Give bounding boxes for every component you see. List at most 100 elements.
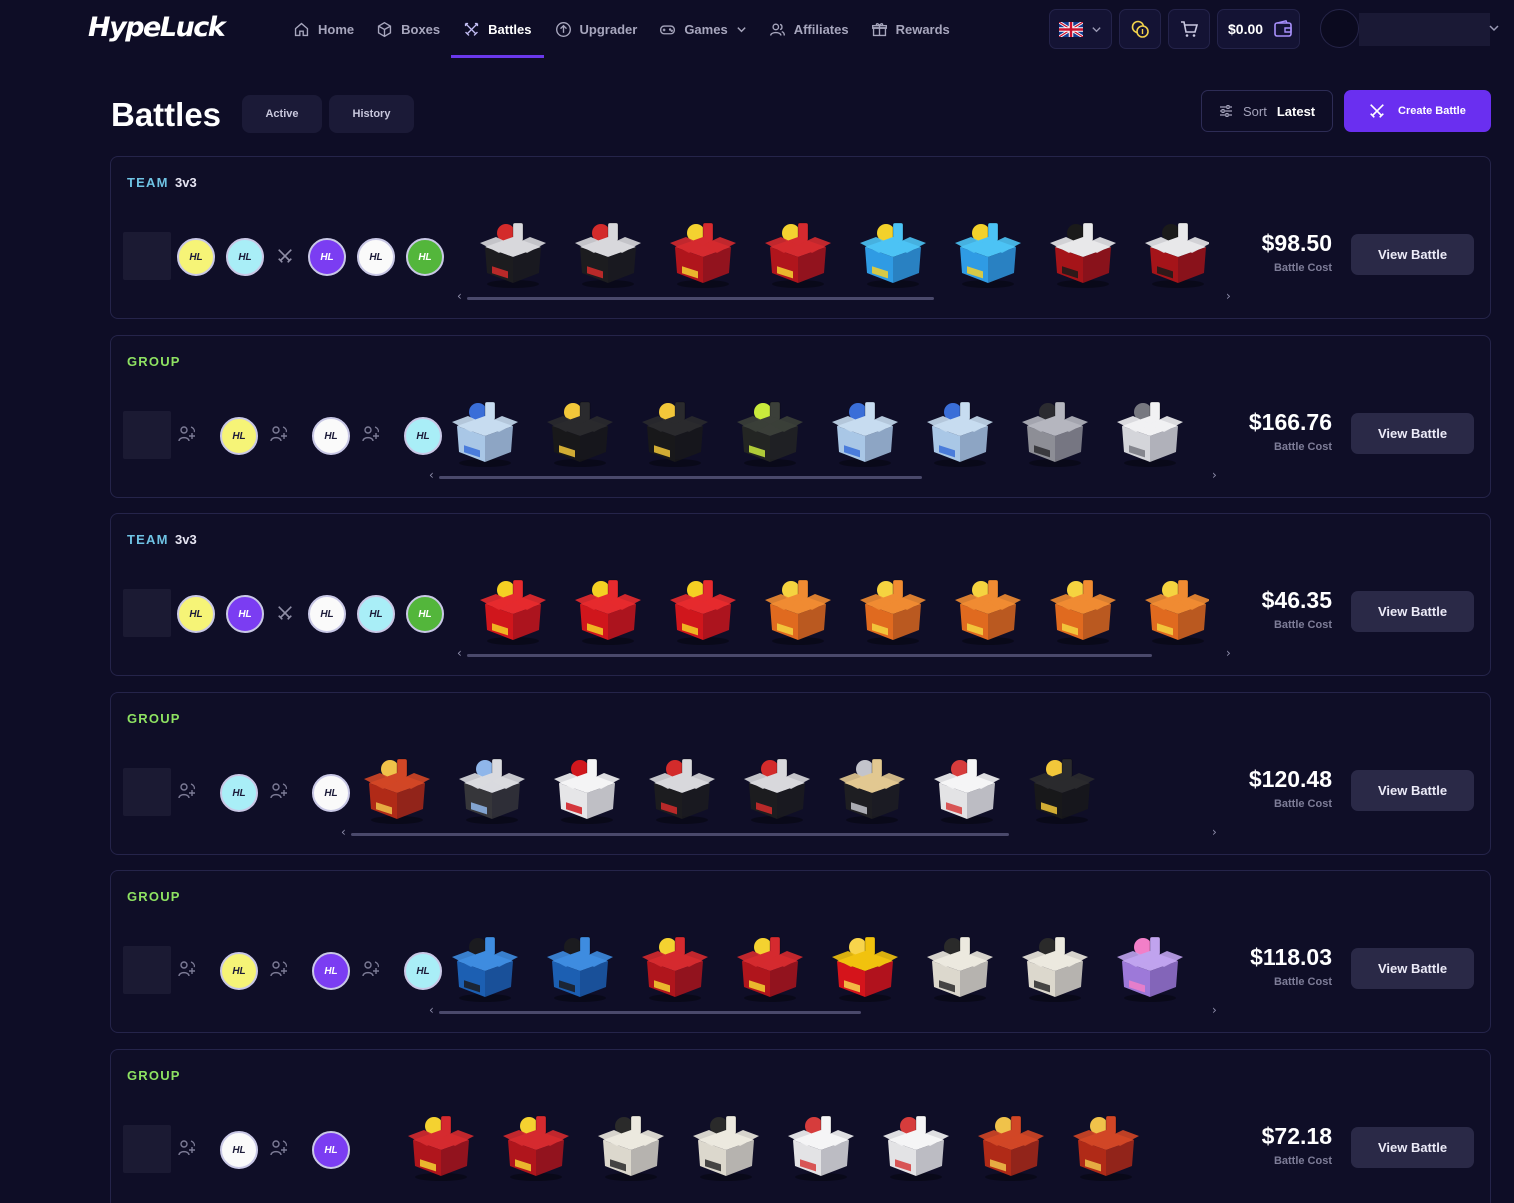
case-box-image[interactable] xyxy=(919,749,1014,829)
case-box-image[interactable] xyxy=(1109,749,1119,829)
sort-dropdown[interactable]: Sort Latest xyxy=(1201,90,1333,132)
case-box-image[interactable] xyxy=(560,570,655,650)
case-box-image[interactable] xyxy=(773,1106,868,1186)
scrollbar[interactable] xyxy=(467,654,1220,657)
user-menu[interactable] xyxy=(1359,13,1490,46)
case-box-image[interactable] xyxy=(488,1106,583,1186)
language-selector[interactable] xyxy=(1049,9,1112,49)
case-box-image[interactable] xyxy=(583,1106,678,1186)
player-avatar[interactable]: HL xyxy=(312,774,350,812)
case-box-image[interactable] xyxy=(532,927,627,1007)
case-box-image[interactable] xyxy=(349,749,444,829)
empty-seat-icon[interactable] xyxy=(177,959,201,983)
player-avatar[interactable]: HL xyxy=(308,238,346,276)
case-box-image[interactable] xyxy=(824,749,919,829)
nav-upgrader[interactable]: Upgrader xyxy=(544,0,649,58)
wallet-balance-button[interactable]: $0.00 xyxy=(1217,9,1300,49)
scrollbar[interactable] xyxy=(351,833,1206,836)
case-box-image[interactable] xyxy=(940,570,1035,650)
case-box-image[interactable] xyxy=(845,213,940,293)
scrollbar-thumb[interactable] xyxy=(439,1011,861,1014)
case-box-image[interactable] xyxy=(729,749,824,829)
case-box-image[interactable] xyxy=(722,392,817,472)
case-box-image[interactable] xyxy=(1035,570,1130,650)
player-avatar[interactable]: HL xyxy=(312,1131,350,1169)
view-battle-button[interactable]: View Battle xyxy=(1351,948,1474,989)
coins-button[interactable] xyxy=(1119,9,1161,49)
player-avatar[interactable]: HL xyxy=(406,238,444,276)
scroll-right-arrow[interactable]: › xyxy=(1212,468,1217,482)
create-battle-button[interactable]: Create Battle xyxy=(1344,90,1491,132)
hypeluck-logo[interactable]: HypeLuck xyxy=(88,12,226,43)
scroll-left-arrow[interactable]: ‹ xyxy=(429,1003,434,1017)
scrollbar[interactable] xyxy=(467,297,1220,300)
case-box-image[interactable] xyxy=(634,749,729,829)
case-box-image[interactable] xyxy=(750,213,845,293)
case-box-image[interactable] xyxy=(963,1106,1058,1186)
case-box-image[interactable] xyxy=(393,1106,488,1186)
case-box-image[interactable] xyxy=(1014,749,1109,829)
case-box-image[interactable] xyxy=(817,927,912,1007)
scrollbar-thumb[interactable] xyxy=(351,833,1009,836)
case-box-image[interactable] xyxy=(817,392,912,472)
scroll-left-arrow[interactable]: ‹ xyxy=(429,468,434,482)
case-box-image[interactable] xyxy=(868,1106,963,1186)
empty-seat-icon[interactable] xyxy=(361,424,385,448)
case-box-image[interactable] xyxy=(444,749,539,829)
player-avatar[interactable]: HL xyxy=(177,238,215,276)
empty-seat-icon[interactable] xyxy=(269,424,293,448)
scroll-left-arrow[interactable]: ‹ xyxy=(457,646,462,660)
player-avatar[interactable]: HL xyxy=(308,595,346,633)
case-box-image[interactable] xyxy=(627,927,722,1007)
empty-seat-icon[interactable] xyxy=(269,1138,293,1162)
scrollbar-thumb[interactable] xyxy=(467,654,1152,657)
player-avatar[interactable]: HL xyxy=(177,595,215,633)
case-box-image[interactable] xyxy=(1007,392,1102,472)
case-box-image[interactable] xyxy=(1153,1106,1163,1186)
view-battle-button[interactable]: View Battle xyxy=(1351,1127,1474,1168)
case-box-image[interactable] xyxy=(1102,927,1197,1007)
case-box-image[interactable] xyxy=(912,927,1007,1007)
view-battle-button[interactable]: View Battle xyxy=(1351,591,1474,632)
case-box-image[interactable] xyxy=(465,570,560,650)
empty-seat-icon[interactable] xyxy=(177,781,201,805)
player-avatar[interactable]: HL xyxy=(357,595,395,633)
case-box-image[interactable] xyxy=(1130,570,1209,650)
nav-battles[interactable]: Battles xyxy=(451,0,544,58)
scroll-right-arrow[interactable]: › xyxy=(1212,1003,1217,1017)
scrollbar[interactable] xyxy=(439,476,1206,479)
empty-seat-icon[interactable] xyxy=(361,959,385,983)
view-battle-button[interactable]: View Battle xyxy=(1351,234,1474,275)
tab-active[interactable]: Active xyxy=(242,95,322,133)
case-box-image[interactable] xyxy=(1102,392,1197,472)
case-box-image[interactable] xyxy=(465,213,560,293)
scroll-right-arrow[interactable]: › xyxy=(1212,825,1217,839)
empty-seat-icon[interactable] xyxy=(269,959,293,983)
case-box-image[interactable] xyxy=(560,213,655,293)
case-box-image[interactable] xyxy=(845,570,940,650)
case-box-image[interactable] xyxy=(750,570,845,650)
scroll-right-arrow[interactable]: › xyxy=(1226,289,1231,303)
empty-seat-icon[interactable] xyxy=(177,1138,201,1162)
case-box-image[interactable] xyxy=(532,392,627,472)
case-box-image[interactable] xyxy=(678,1106,773,1186)
nav-games[interactable]: Games xyxy=(648,0,757,58)
case-box-image[interactable] xyxy=(1035,213,1130,293)
case-box-image[interactable] xyxy=(655,213,750,293)
scrollbar[interactable] xyxy=(439,1011,1206,1014)
case-box-image[interactable] xyxy=(655,570,750,650)
case-box-image[interactable] xyxy=(1007,927,1102,1007)
empty-seat-icon[interactable] xyxy=(269,781,293,805)
nav-boxes[interactable]: Boxes xyxy=(365,0,451,58)
player-avatar[interactable]: HL xyxy=(220,417,258,455)
case-box-image[interactable] xyxy=(437,392,532,472)
case-box-image[interactable] xyxy=(940,213,1035,293)
scrollbar-thumb[interactable] xyxy=(439,476,922,479)
view-battle-button[interactable]: View Battle xyxy=(1351,770,1474,811)
case-box-image[interactable] xyxy=(722,927,817,1007)
scroll-left-arrow[interactable]: ‹ xyxy=(457,289,462,303)
empty-seat-icon[interactable] xyxy=(177,424,201,448)
nav-rewards[interactable]: Rewards xyxy=(860,0,961,58)
case-box-image[interactable] xyxy=(1130,213,1209,293)
case-box-image[interactable] xyxy=(437,927,532,1007)
